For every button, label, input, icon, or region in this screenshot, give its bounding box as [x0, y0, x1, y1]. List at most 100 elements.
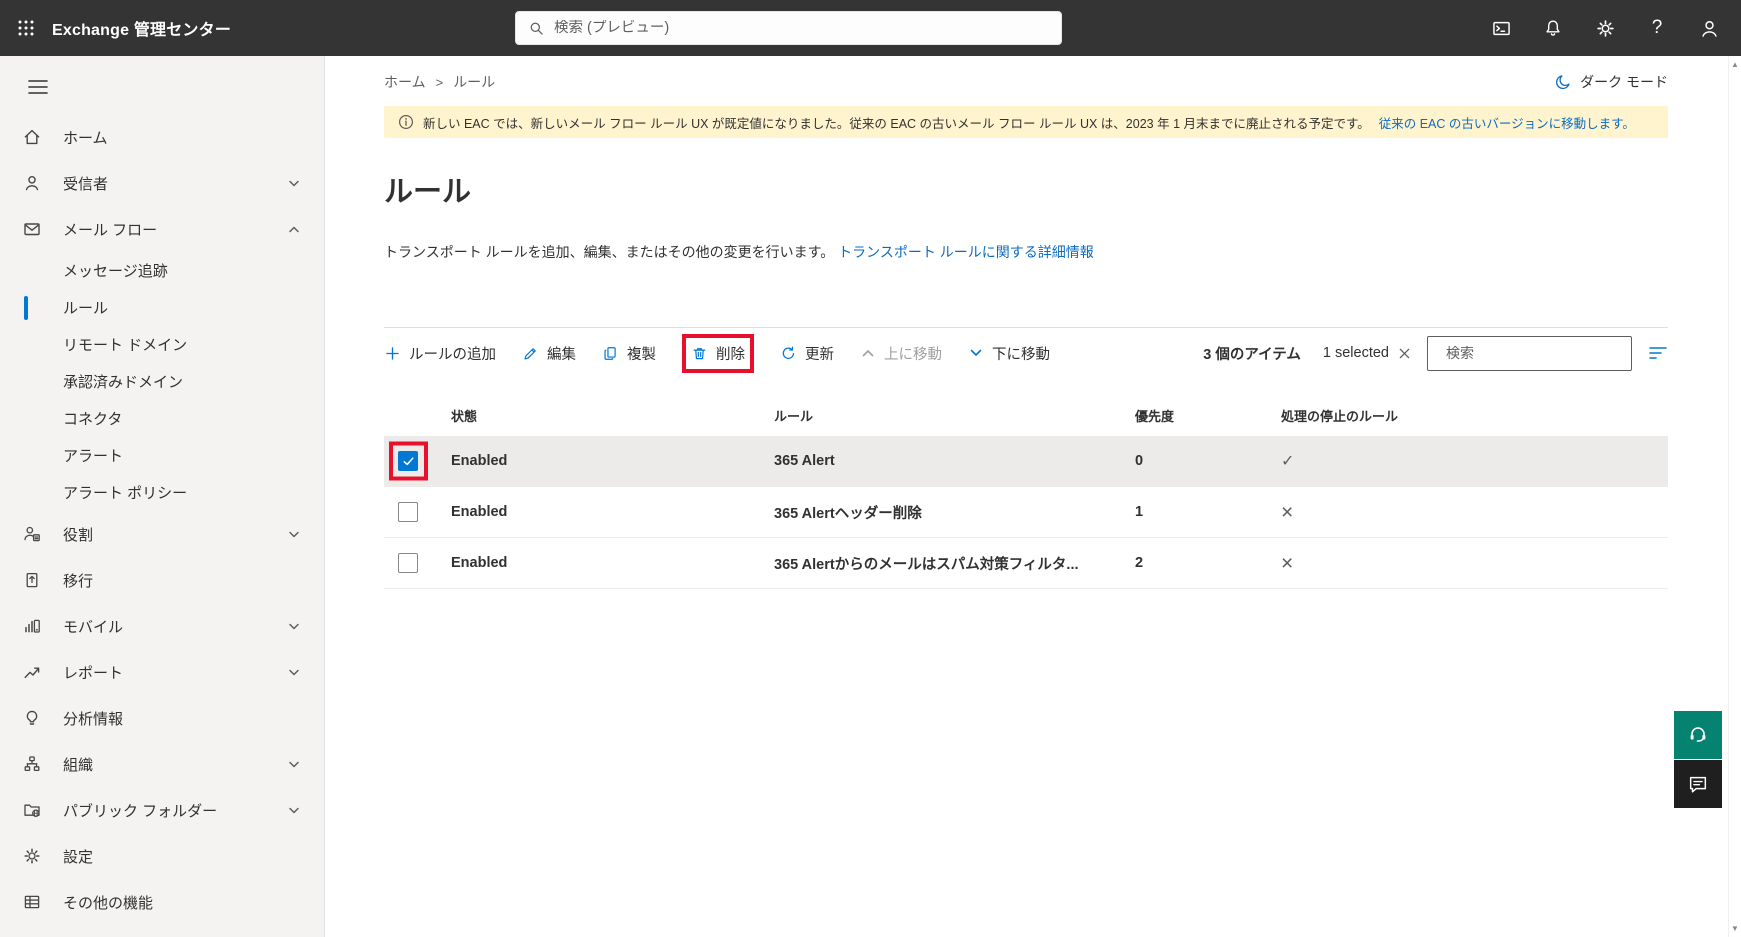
column-header-status[interactable]: 状態 — [451, 406, 774, 425]
cell-status: Enabled — [451, 504, 508, 520]
sidebar-item-mobile[interactable]: モバイル — [0, 603, 324, 649]
cell-rule: 365 Alertヘッダー削除 — [774, 505, 922, 522]
notifications-button[interactable] — [1527, 0, 1579, 56]
banner-text: 新しい EAC では、新しいメール フロー ルール UX が既定値になりました。… — [423, 116, 1370, 131]
sidebar-item-recipients[interactable]: 受信者 — [0, 160, 324, 206]
support-button[interactable] — [1674, 711, 1722, 759]
vertical-scrollbar[interactable]: ▲ ▼ — [1728, 56, 1741, 937]
column-header-stop[interactable]: 処理の停止のルール — [1267, 406, 1668, 425]
command-bar: ルールの追加 編集 複製 削除 更新 上に移動 下に移動 3 個のアイテム 1 … — [384, 328, 1668, 378]
org-chart-icon — [22, 754, 42, 774]
check-icon — [402, 456, 414, 465]
sidebar-item-other-features[interactable]: その他の機能 — [0, 879, 324, 925]
app-title[interactable]: Exchange 管理センター — [52, 16, 231, 40]
cloud-shell-button[interactable] — [1475, 0, 1527, 56]
table-row[interactable]: Enabled 365 Alert 0 ✓ — [384, 436, 1668, 487]
table-row[interactable]: Enabled 365 Alertからのメールはスパム対策フィルタ... 2 × — [384, 538, 1668, 589]
add-rule-label: ルールの追加 — [409, 346, 496, 363]
sidebar-item-label: コネクタ — [63, 411, 123, 428]
move-down-button[interactable]: 下に移動 — [968, 343, 1050, 364]
edit-button[interactable]: 編集 — [522, 343, 576, 364]
column-header-priority[interactable]: 優先度 — [1135, 406, 1267, 425]
sidebar-item-migration[interactable]: 移行 — [0, 557, 324, 603]
breadcrumb-rules[interactable]: ルール — [453, 72, 495, 92]
column-header-rule[interactable]: ルール — [774, 406, 1135, 425]
chevron-down-icon — [286, 664, 302, 680]
sidebar-item-mail-flow[interactable]: メール フロー — [0, 206, 324, 252]
edit-label: 編集 — [547, 346, 576, 363]
header-checkbox-cell — [384, 394, 451, 436]
terminal-icon — [1492, 21, 1510, 35]
help-button[interactable]: ? — [1631, 0, 1683, 56]
row-checkbox[interactable] — [398, 553, 418, 573]
row-checkbox[interactable] — [398, 502, 418, 522]
sidebar-item-public-folders[interactable]: パブリック フォルダー — [0, 787, 324, 833]
delete-button[interactable]: 削除 — [691, 343, 745, 364]
sidebar-item-label: 移行 — [63, 572, 94, 590]
duplicate-button[interactable]: 複製 — [602, 343, 656, 364]
sidebar-item-roles[interactable]: 役割 — [0, 511, 324, 557]
sidebar-item-label: 役割 — [63, 526, 94, 544]
rules-table: 状態 ルール 優先度 処理の停止のルール Enabled 365 Alert 0… — [384, 394, 1668, 589]
global-search-input[interactable] — [554, 20, 1049, 36]
info-icon — [398, 114, 414, 130]
dark-mode-toggle[interactable]: ダーク モード — [1554, 72, 1668, 92]
sidebar-item-label: レポート — [63, 664, 124, 682]
close-icon — [1399, 348, 1410, 358]
banner-link[interactable]: 従来の EAC の古いバージョンに移動します。 — [1379, 113, 1635, 132]
sidebar-item-label: パブリック フォルダー — [63, 802, 218, 820]
chevron-up-icon — [286, 221, 302, 237]
cell-status: Enabled — [451, 555, 508, 571]
cell-priority: 2 — [1135, 555, 1144, 571]
duplicate-label: 複製 — [627, 346, 656, 363]
breadcrumb-home[interactable]: ホーム — [384, 72, 426, 92]
gear-icon — [22, 846, 42, 866]
move-up-button[interactable]: 上に移動 — [860, 343, 942, 364]
row-checkbox[interactable] — [398, 451, 418, 471]
sidebar-item-alerts[interactable]: アラート — [0, 437, 324, 474]
sidebar-item-organization[interactable]: 組織 — [0, 741, 324, 787]
add-rule-button[interactable]: ルールの追加 — [384, 343, 496, 364]
learn-more-link[interactable]: トランスポート ルールに関する詳細情報 — [838, 244, 1094, 260]
global-search-box[interactable] — [515, 11, 1062, 45]
sidebar-item-message-trace[interactable]: メッセージ追跡 — [0, 252, 324, 289]
filter-button[interactable] — [1648, 344, 1668, 362]
search-icon — [530, 22, 543, 35]
scroll-down-arrow[interactable]: ▼ — [1731, 920, 1739, 937]
mobile-chart-icon — [22, 616, 42, 636]
list-search-box[interactable] — [1427, 335, 1632, 371]
sidebar-item-accepted-domains[interactable]: 承認済みドメイン — [0, 363, 324, 400]
cell-priority: 0 — [1135, 453, 1144, 469]
top-app-bar: Exchange 管理センター 検索 (プレビュー) ? — [0, 0, 1741, 56]
clear-selection-button[interactable] — [1398, 347, 1411, 360]
sidebar-item-label: 受信者 — [63, 175, 109, 193]
waffle-icon — [18, 20, 34, 36]
sidebar-item-settings[interactable]: 設定 — [0, 833, 324, 879]
sidebar-item-remote-domains[interactable]: リモート ドメイン — [0, 326, 324, 363]
sidebar-item-label: メッセージ追跡 — [63, 263, 168, 280]
account-button[interactable] — [1683, 0, 1735, 56]
sidebar-item-label: アラート — [63, 448, 124, 465]
app-launcher-button[interactable] — [0, 0, 52, 56]
gear-icon — [1596, 19, 1614, 37]
table-header-row: 状態 ルール 優先度 処理の停止のルール — [384, 394, 1668, 436]
sidebar-item-home[interactable]: ホーム — [0, 114, 324, 160]
refresh-button[interactable]: 更新 — [780, 343, 834, 364]
sidebar-item-connectors[interactable]: コネクタ — [0, 400, 324, 437]
sidebar-item-rules[interactable]: ルール — [0, 289, 324, 326]
feedback-button[interactable] — [1674, 760, 1722, 808]
list-search-input[interactable] — [1446, 345, 1627, 361]
sidebar-item-insights[interactable]: 分析情報 — [0, 695, 324, 741]
selected-indicator — [24, 295, 28, 320]
sidebar-item-reports[interactable]: レポート — [0, 649, 324, 695]
lightbulb-icon — [22, 708, 42, 728]
table-row[interactable]: Enabled 365 Alertヘッダー削除 1 × — [384, 487, 1668, 538]
nav-collapse-button[interactable] — [18, 70, 58, 104]
scroll-up-arrow[interactable]: ▲ — [1731, 56, 1739, 73]
document-arrow-icon — [22, 570, 42, 590]
cell-rule: 365 Alertからのメールはスパム対策フィルタ... — [774, 556, 1079, 573]
sidebar-item-alert-policies[interactable]: アラート ポリシー — [0, 474, 324, 511]
topbar-actions: ? — [1475, 0, 1735, 56]
sidebar-item-label: 分析情報 — [63, 710, 124, 728]
settings-button[interactable] — [1579, 0, 1631, 56]
